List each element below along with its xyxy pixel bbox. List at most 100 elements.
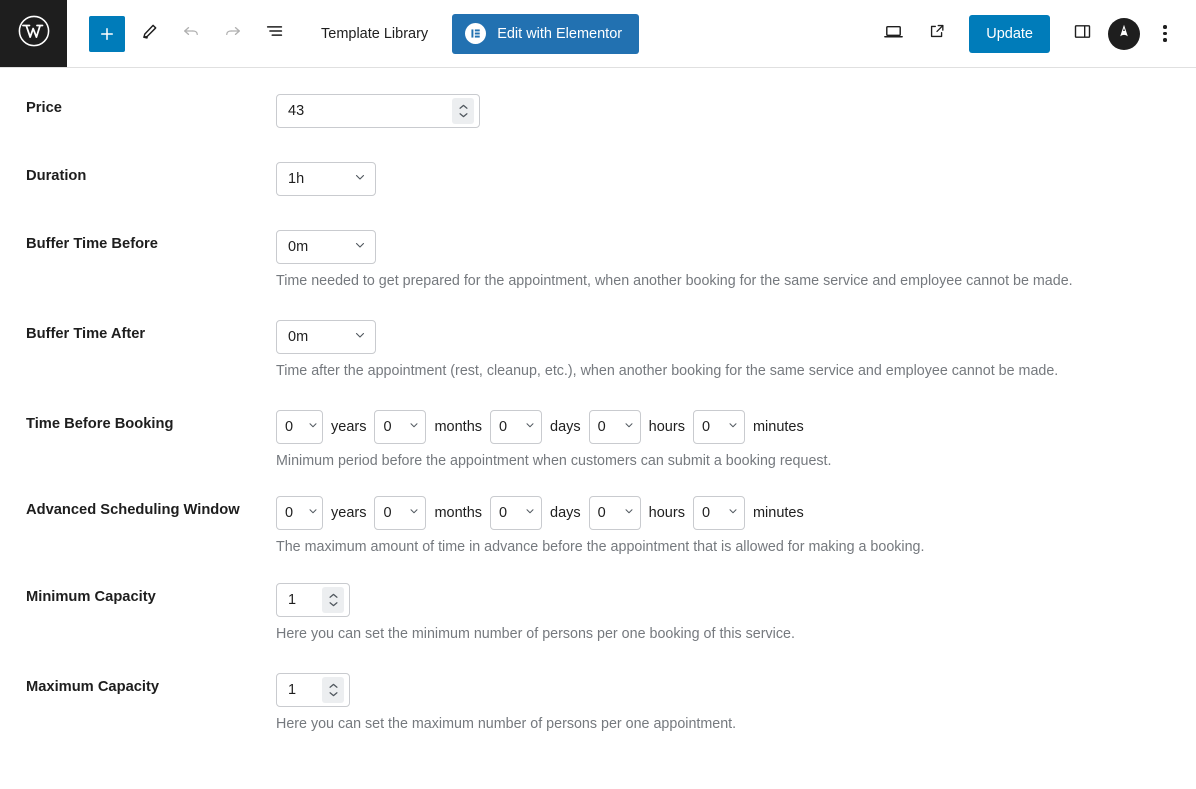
time-before-minutes-value: 0 bbox=[701, 419, 711, 435]
chevron-down-icon bbox=[623, 505, 635, 521]
field-row-advanced-scheduling-window: Advanced Scheduling Window 0 years 0 mon… bbox=[0, 496, 1196, 555]
buffer-after-select[interactable]: 0m bbox=[276, 320, 376, 354]
advanced-hours-select[interactable]: 0 bbox=[588, 496, 641, 530]
list-view-icon bbox=[264, 20, 286, 47]
maximum-capacity-value: 1 bbox=[288, 682, 297, 698]
chevron-down-icon bbox=[524, 505, 536, 521]
redo-button[interactable] bbox=[215, 16, 251, 52]
kebab-dot bbox=[1163, 38, 1167, 42]
more-options-button[interactable] bbox=[1148, 16, 1182, 52]
chevron-down-icon bbox=[353, 328, 367, 346]
price-input[interactable]: 43 bbox=[276, 94, 480, 128]
buffer-before-value: 0m bbox=[288, 239, 309, 255]
price-value: 43 bbox=[288, 103, 305, 119]
duration-select[interactable]: 1h bbox=[276, 162, 376, 196]
advanced-days-select[interactable]: 0 bbox=[490, 496, 543, 530]
control-buffer-time-before: 0m Time needed to get prepared for the a… bbox=[276, 230, 1196, 289]
advanced-minutes-label: minutes bbox=[752, 505, 804, 521]
time-before-years-value: 0 bbox=[285, 419, 294, 435]
help-maximum-capacity: Here you can set the maximum number of p… bbox=[276, 716, 737, 732]
time-before-months-select[interactable]: 0 bbox=[374, 410, 427, 444]
minimum-capacity-value: 1 bbox=[288, 592, 297, 608]
advanced-months-select[interactable]: 0 bbox=[374, 496, 427, 530]
undo-button[interactable] bbox=[173, 16, 209, 52]
chevron-down-icon bbox=[353, 170, 367, 188]
field-row-price: Price 43 bbox=[0, 94, 1196, 128]
advanced-years-select[interactable]: 0 bbox=[276, 496, 323, 530]
list-view-button[interactable] bbox=[257, 16, 293, 52]
time-before-hours-select[interactable]: 0 bbox=[588, 410, 641, 444]
control-buffer-time-after: 0m Time after the appointment (rest, cle… bbox=[276, 320, 1196, 379]
time-before-hours-label: hours bbox=[648, 419, 685, 435]
maximum-capacity-input[interactable]: 1 bbox=[276, 673, 350, 707]
chevron-down-icon bbox=[727, 419, 739, 435]
field-row-duration: Duration 1h bbox=[0, 162, 1196, 196]
tools-pencil-button[interactable] bbox=[131, 16, 167, 52]
time-before-days-select[interactable]: 0 bbox=[490, 410, 543, 444]
help-minimum-capacity: Here you can set the minimum number of p… bbox=[276, 626, 795, 642]
advanced-hours-label: hours bbox=[648, 505, 685, 521]
undo-arrow-icon bbox=[181, 21, 201, 46]
help-buffer-time-after: Time after the appointment (rest, cleanu… bbox=[276, 363, 1059, 379]
editor-toolbar: Template Library Edit with Elementor Upd… bbox=[0, 0, 1196, 68]
sidebar-toggle-icon bbox=[1072, 21, 1093, 47]
control-advanced-scheduling-window: 0 years 0 months 0 days 0 hours 0 minute… bbox=[276, 496, 1196, 555]
maximum-capacity-stepper[interactable] bbox=[322, 677, 344, 703]
wordpress-logo-button[interactable] bbox=[0, 0, 67, 67]
view-post-button[interactable] bbox=[919, 16, 955, 52]
time-before-booking-units: 0 years 0 months 0 days 0 hours 0 minute… bbox=[276, 410, 1196, 444]
elementor-logo-icon bbox=[465, 23, 487, 44]
time-before-minutes-select[interactable]: 0 bbox=[692, 410, 745, 444]
label-time-before-booking: Time Before Booking bbox=[26, 416, 174, 432]
pencil-icon bbox=[140, 22, 159, 46]
help-advanced-scheduling-window: The maximum amount of time in advance be… bbox=[276, 539, 925, 555]
chevron-down-icon bbox=[307, 505, 319, 521]
time-before-months-label: months bbox=[434, 419, 483, 435]
field-row-buffer-after: Buffer Time After 0m Time after the appo… bbox=[0, 320, 1196, 379]
edit-with-elementor-label: Edit with Elementor bbox=[497, 25, 623, 42]
kebab-dot bbox=[1163, 25, 1167, 29]
add-block-button[interactable] bbox=[89, 15, 125, 52]
settings-sidebar-button[interactable] bbox=[1064, 16, 1100, 52]
advanced-years-label: years bbox=[331, 505, 367, 521]
toolbar-left-group: Template Library Edit with Elementor bbox=[67, 0, 640, 67]
update-button[interactable]: Update bbox=[969, 14, 1050, 53]
minimum-capacity-stepper[interactable] bbox=[322, 587, 344, 613]
field-row-time-before-booking: Time Before Booking 0 years 0 months 0 d… bbox=[0, 410, 1196, 469]
chevron-down-icon bbox=[524, 419, 536, 435]
external-link-icon bbox=[927, 21, 947, 46]
control-maximum-capacity: 1 Here you can set the maximum number of… bbox=[276, 673, 1196, 732]
label-advanced-scheduling-window: Advanced Scheduling Window bbox=[26, 502, 240, 518]
time-before-months-value: 0 bbox=[383, 419, 392, 435]
field-row-maximum-capacity: Maximum Capacity 1 Here you can set the … bbox=[0, 673, 1196, 732]
service-settings-form: Price 43 Duration 1h Buffer Time Before bbox=[0, 94, 1196, 732]
label-duration: Duration bbox=[26, 168, 87, 184]
advanced-days-value: 0 bbox=[499, 505, 508, 521]
time-before-days-value: 0 bbox=[499, 419, 508, 435]
advanced-minutes-select[interactable]: 0 bbox=[692, 496, 745, 530]
label-maximum-capacity: Maximum Capacity bbox=[26, 679, 160, 695]
chevron-down-icon bbox=[408, 419, 420, 435]
preview-button[interactable] bbox=[875, 16, 911, 52]
field-row-buffer-before: Buffer Time Before 0m Time needed to get… bbox=[0, 230, 1196, 289]
control-minimum-capacity: 1 Here you can set the minimum number of… bbox=[276, 583, 1196, 642]
help-time-before-booking: Minimum period before the appointment wh… bbox=[276, 453, 832, 469]
user-avatar[interactable] bbox=[1108, 17, 1140, 50]
advanced-days-label: days bbox=[550, 505, 581, 521]
template-library-link[interactable]: Template Library bbox=[321, 26, 428, 42]
advanced-months-label: months bbox=[434, 505, 483, 521]
time-before-years-label: years bbox=[331, 419, 367, 435]
redo-arrow-icon bbox=[223, 21, 243, 46]
chevron-down-icon bbox=[307, 419, 319, 435]
field-row-minimum-capacity: Minimum Capacity 1 Here you can set the … bbox=[0, 583, 1196, 642]
time-before-minutes-label: minutes bbox=[752, 419, 804, 435]
time-before-hours-value: 0 bbox=[597, 419, 606, 435]
time-before-years-select[interactable]: 0 bbox=[276, 410, 323, 444]
label-price: Price bbox=[26, 100, 62, 116]
price-stepper[interactable] bbox=[452, 98, 474, 124]
buffer-before-select[interactable]: 0m bbox=[276, 230, 376, 264]
control-duration: 1h bbox=[276, 162, 1196, 196]
edit-with-elementor-button[interactable]: Edit with Elementor bbox=[452, 13, 640, 54]
time-before-days-label: days bbox=[550, 419, 581, 435]
minimum-capacity-input[interactable]: 1 bbox=[276, 583, 350, 617]
